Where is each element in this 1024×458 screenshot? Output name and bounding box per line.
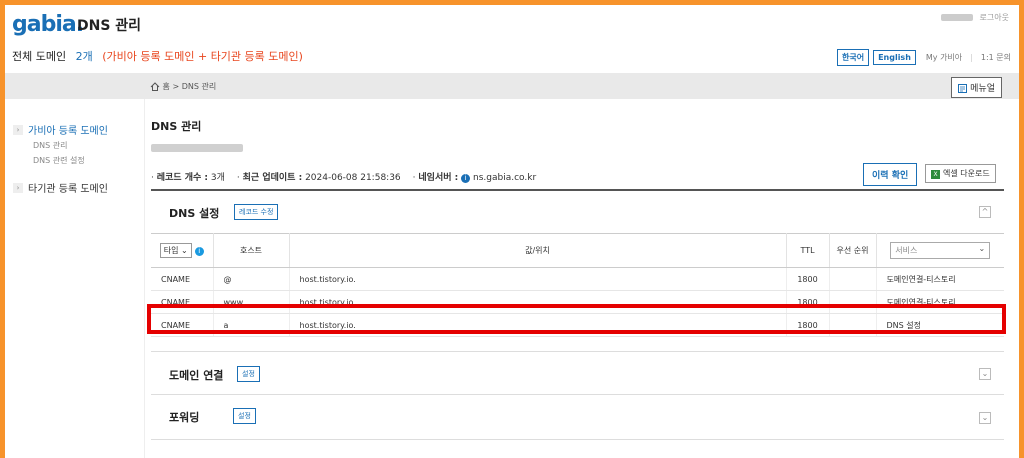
sidebar-item-gabia-domains[interactable]: › 가비아 등록 도메인 bbox=[13, 122, 108, 137]
excel-icon: X bbox=[931, 170, 940, 179]
forwarding-settings-button[interactable]: 설정 bbox=[233, 408, 256, 424]
chevron-right-icon: › bbox=[13, 124, 23, 135]
cell-type: CNAME bbox=[151, 290, 214, 314]
dns-settings-title: DNS 설정 bbox=[169, 207, 220, 220]
chevron-down-icon: ⌄ bbox=[978, 244, 986, 253]
domain-link-panel: 도메인 연결 설정 ⌄ bbox=[151, 351, 1004, 395]
language-bar: 한국어 English My 가비아 | 1:1 문의 bbox=[836, 49, 1011, 66]
record-edit-button[interactable]: 레코드 수정 bbox=[234, 204, 279, 220]
last-update: · 최근 업데이트 : 2024-06-08 21:58:36 bbox=[236, 173, 401, 183]
col-priority: 우선 순위 bbox=[829, 233, 877, 268]
lang-english-button[interactable]: English bbox=[873, 50, 916, 65]
cell-priority bbox=[829, 313, 877, 337]
cell-value: host.tistory.io. bbox=[289, 267, 787, 291]
type-select[interactable]: 타입 ⌄ bbox=[159, 243, 192, 258]
sidebar-item-label: 타기관 등록 도메인 bbox=[28, 184, 108, 195]
excel-download-button[interactable]: X 엑셀 다운로드 bbox=[925, 164, 996, 183]
col-value: 값/위치 bbox=[289, 233, 787, 268]
cell-ttl: 1800 bbox=[786, 290, 830, 314]
divider: | bbox=[970, 53, 973, 62]
nameserver: · 네임서버 : i ns.gabia.co.kr bbox=[412, 173, 537, 183]
table-row[interactable]: CNAME @ host.tistory.io. 1800 도메인연결-티스토리 bbox=[151, 267, 1004, 291]
dns-info-bar: · 레코드 개수 : 3개 · 최근 업데이트 : 2024-06-08 21:… bbox=[151, 170, 536, 183]
table-row[interactable]: CNAME www host.tistory.io. 1800 도메인연결-티스… bbox=[151, 290, 1004, 314]
domain-link-settings-button[interactable]: 설정 bbox=[237, 366, 260, 382]
breadcrumb: 홈 > DNS 관리 bbox=[150, 81, 216, 92]
cell-ttl: 1800 bbox=[786, 267, 830, 291]
expand-toggle[interactable]: ⌄ bbox=[979, 412, 991, 424]
cell-ttl: 1800 bbox=[786, 313, 830, 337]
my-gabia-link[interactable]: My 가비아 bbox=[926, 52, 962, 63]
logout-link[interactable]: 로그아웃 bbox=[980, 13, 1009, 22]
domain-count[interactable]: 2개 bbox=[76, 50, 93, 63]
service-select[interactable]: 서비스 ⌄ bbox=[890, 242, 991, 259]
manual-icon bbox=[958, 84, 970, 94]
forwarding-title: 포워딩 bbox=[169, 411, 200, 424]
sidebar-sub-dns-manage[interactable]: DNS 관리 bbox=[33, 140, 68, 151]
col-host: 호스트 bbox=[213, 233, 290, 268]
excel-label: 엑셀 다운로드 bbox=[943, 169, 990, 178]
cell-priority bbox=[829, 267, 877, 291]
cell-value: host.tistory.io. bbox=[289, 290, 787, 314]
col-type: 타입 ⌄ i bbox=[151, 233, 214, 268]
history-button[interactable]: 이력 확인 bbox=[863, 163, 918, 186]
dns-record-table: 타입 ⌄ i 호스트 값/위치 TTL 우선 순위 서비스 ⌄ CNAME @ ho… bbox=[151, 233, 1004, 337]
cell-service: 도메인연결-티스토리 bbox=[876, 267, 1004, 291]
table-row[interactable]: CNAME a host.tistory.io. 1800 DNS 설정 bbox=[151, 313, 1004, 337]
main-content: DNS 관리 · 레코드 개수 : 3개 · 최근 업데이트 : 2024-06… bbox=[145, 99, 1019, 458]
expand-toggle[interactable]: ⌄ bbox=[979, 368, 991, 380]
sidebar-item-label: 가비아 등록 도메인 bbox=[28, 126, 108, 137]
sidebar: › 가비아 등록 도메인 DNS 관리 DNS 관련 설정 › 타기관 등록 도… bbox=[5, 99, 145, 458]
blurred-username bbox=[941, 14, 973, 21]
cell-type: CNAME bbox=[151, 267, 214, 291]
sidebar-item-other-domains[interactable]: › 타기관 등록 도메인 bbox=[13, 180, 108, 195]
cell-host: @ bbox=[213, 267, 290, 291]
breadcrumb-bar: 홈 > DNS 관리 메뉴얼 bbox=[5, 73, 1019, 99]
domain-link-title: 도메인 연결 bbox=[169, 369, 224, 382]
domain-desc: (가비아 등록 도메인 + 타기관 등록 도메인) bbox=[102, 50, 303, 63]
cell-type: CNAME bbox=[151, 313, 214, 337]
record-count: · 레코드 개수 : 3개 bbox=[151, 173, 225, 183]
lang-korean-button[interactable]: 한국어 bbox=[836, 49, 870, 66]
top-header: gabia. DNS 관리 로그아웃 전체 도메인 2개 (가비아 등록 도메인… bbox=[5, 5, 1019, 73]
cell-host: www bbox=[213, 290, 290, 314]
cell-host: a bbox=[213, 313, 290, 337]
manual-button[interactable]: 메뉴얼 bbox=[951, 77, 1002, 98]
app-frame: gabia. DNS 관리 로그아웃 전체 도메인 2개 (가비아 등록 도메인… bbox=[5, 5, 1019, 458]
chevron-right-icon: › bbox=[13, 182, 23, 193]
cell-service: 도메인연결-티스토리 bbox=[876, 290, 1004, 314]
inquiry-link[interactable]: 1:1 문의 bbox=[981, 52, 1011, 63]
page-title: DNS 관리 bbox=[151, 120, 202, 133]
domain-summary: 전체 도메인 2개 (가비아 등록 도메인 + 타기관 등록 도메인) bbox=[12, 48, 303, 64]
dns-settings-panel: DNS 설정 레코드 수정 ^ bbox=[151, 191, 1004, 233]
manual-label: 메뉴얼 bbox=[970, 84, 995, 94]
col-service: 서비스 ⌄ bbox=[876, 233, 1004, 268]
table-header-row: 타입 ⌄ i 호스트 값/위치 TTL 우선 순위 서비스 ⌄ bbox=[151, 233, 1004, 268]
collapse-toggle[interactable]: ^ bbox=[979, 206, 991, 218]
cell-value: host.tistory.io. bbox=[289, 313, 787, 337]
col-ttl: TTL bbox=[786, 233, 830, 268]
cell-service: DNS 설정 bbox=[876, 313, 1004, 337]
breadcrumb-text: 홈 > DNS 관리 bbox=[162, 82, 217, 91]
all-domains-label: 전체 도메인 bbox=[12, 50, 67, 63]
info-icon[interactable]: i bbox=[194, 247, 204, 256]
forwarding-panel: 포워딩 설정 ⌄ bbox=[151, 396, 1004, 440]
gabia-logo[interactable]: gabia. bbox=[12, 12, 84, 37]
home-icon[interactable] bbox=[150, 82, 163, 91]
cell-priority bbox=[829, 290, 877, 314]
sidebar-sub-dns-settings[interactable]: DNS 관련 설정 bbox=[33, 155, 85, 166]
blurred-domain-name bbox=[151, 144, 243, 152]
user-area: 로그아웃 bbox=[941, 12, 1009, 23]
info-icon[interactable]: i bbox=[461, 174, 471, 183]
app-title: DNS 관리 bbox=[77, 18, 142, 34]
